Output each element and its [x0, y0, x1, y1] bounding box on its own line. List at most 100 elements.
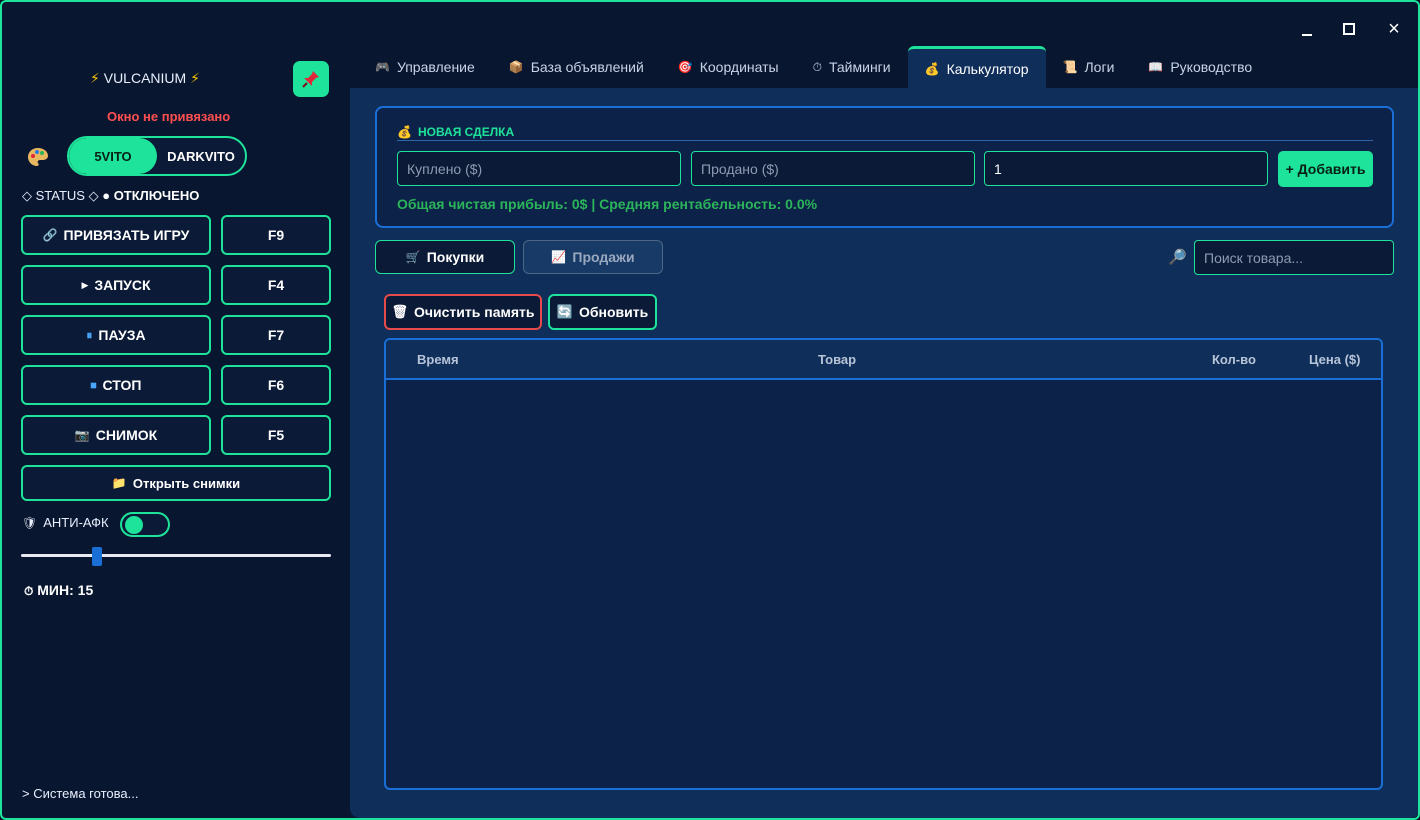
snapshot-button[interactable]: 📷 СНИМОК [21, 415, 211, 455]
tab-label: Руководство [1170, 59, 1253, 75]
hotkey-label: F4 [267, 277, 285, 293]
tab-guide[interactable]: 📖 Руководство [1131, 46, 1269, 88]
money-bag-icon: 💰 [397, 125, 412, 139]
hotkey-pause-button[interactable]: F7 [221, 315, 331, 355]
tab-ads-base[interactable]: 📦 База объявлений [492, 46, 661, 88]
timer-icon: ⏱ [24, 584, 34, 598]
hotkey-start-button[interactable]: F4 [221, 265, 331, 305]
console-status: > Система готова... [22, 786, 139, 801]
tab-timings[interactable]: ⏱ Тайминги [796, 46, 908, 88]
tab-control[interactable]: 🎮 Управление [358, 46, 492, 88]
shield-icon: 🛡 [22, 515, 38, 530]
hotkey-bind-button[interactable]: F9 [221, 215, 331, 255]
close-icon: × [1388, 17, 1400, 40]
sold-input[interactable] [691, 151, 975, 186]
tab-coordinates[interactable]: 🎯 Координаты [661, 46, 796, 88]
maximize-button[interactable] [1332, 16, 1366, 42]
scroll-icon: 📜 [1062, 60, 1078, 74]
hotkey-snapshot-button[interactable]: F5 [221, 415, 331, 455]
mode-option-5vito[interactable]: 5VITO [69, 138, 157, 174]
column-header-time[interactable]: Время [417, 352, 459, 367]
profit-summary: Общая чистая прибыль: 0$ | Средняя рента… [397, 196, 818, 212]
cart-icon: 🛒 [405, 250, 421, 264]
pause-icon: ⏸ [86, 327, 93, 342]
tab-label: Тайминги [828, 59, 891, 75]
status-dot-icon: ● [102, 188, 111, 203]
brand-name: VULCANIUM [103, 70, 187, 86]
pin-icon [302, 71, 319, 88]
hotkey-label: F6 [267, 377, 285, 393]
column-header-price[interactable]: Цена ($) [1309, 352, 1360, 367]
sidebar: ⚡ VULCANIUM ⚡ Окно не привязано 5VITO DA… [2, 2, 348, 818]
tab-calculator[interactable]: 💰 Калькулятор [907, 46, 1046, 88]
add-deal-button[interactable]: + Добавить [1278, 151, 1373, 187]
pin-button[interactable] [293, 61, 329, 97]
unbound-warning: Окно не привязано [107, 109, 231, 124]
close-button[interactable]: × [1377, 16, 1411, 42]
anti-afk-label-group: 🛡 АНТИ-АФК [22, 515, 109, 530]
mode-switch[interactable]: 5VITO DARKVITO [67, 136, 247, 176]
camera-icon: 📷 [74, 428, 90, 442]
clear-memory-label: Очистить память [414, 304, 535, 320]
table-header: Время Товар Кол-во Цена ($) [386, 340, 1381, 380]
app-window: × ⚡ VULCANIUM ⚡ Окно не привязано 5VITO … [0, 0, 1420, 820]
stop-button[interactable]: ⏹ СТОП [21, 365, 211, 405]
interval-slider-handle[interactable] [92, 547, 102, 566]
new-deal-card: 💰 НОВАЯ СДЕЛКА + Добавить Общая чистая п… [375, 106, 1394, 228]
maximize-icon [1343, 23, 1355, 35]
tab-label: Управление [396, 59, 475, 75]
tab-label: Координаты [699, 59, 779, 75]
mode-option-darkvito[interactable]: DARKVITO [157, 138, 245, 174]
new-deal-title: 💰 НОВАЯ СДЕЛКА [397, 125, 514, 139]
trash-icon: 🗑 [391, 304, 409, 319]
new-deal-label: НОВАЯ СДЕЛКА [417, 125, 515, 139]
minimize-button[interactable] [1290, 16, 1324, 42]
tab-logs[interactable]: 📜 Логи [1046, 46, 1132, 88]
refresh-label: Обновить [578, 304, 649, 320]
sales-tab-button[interactable]: 📈 Продажи [523, 240, 663, 274]
book-icon: 📖 [1148, 60, 1164, 74]
refresh-icon: 🔄 [556, 304, 573, 319]
calculator-panel: 💰 НОВАЯ СДЕЛКА + Добавить Общая чистая п… [350, 88, 1418, 818]
status-value: ОТКЛЮЧЕНО [113, 188, 200, 203]
sales-label: Продажи [572, 249, 635, 265]
status-label: ◇ STATUS ◇ [22, 188, 99, 203]
product-search-input[interactable] [1194, 240, 1394, 275]
box-icon: 📦 [508, 60, 524, 74]
open-snapshots-button[interactable]: 📁 Открыть снимки [21, 465, 331, 501]
target-icon: 🎯 [677, 60, 693, 74]
refresh-button[interactable]: 🔄 Обновить [548, 294, 657, 330]
status-line: ◇ STATUS ◇ ● ОТКЛЮЧЕНО [22, 188, 199, 204]
tab-bar: 🎮 Управление 📦 База объявлений 🎯 Координаты… [358, 46, 1269, 88]
purchases-tab-button[interactable]: 🛒 Покупки [375, 240, 515, 274]
clear-memory-button[interactable]: 🗑 Очистить память [384, 294, 542, 330]
hotkey-stop-button[interactable]: F6 [221, 365, 331, 405]
interval-slider-track[interactable] [21, 554, 331, 557]
brand-title: ⚡ VULCANIUM ⚡ [90, 70, 200, 87]
link-icon: 🔗 [42, 228, 58, 242]
bolt-icon: ⚡ [190, 70, 200, 86]
stop-icon: ⏹ [90, 377, 97, 392]
search-icon: 🔎 [1168, 249, 1187, 266]
pause-label: ПАУЗА [98, 327, 146, 343]
tab-label: Логи [1084, 59, 1115, 75]
anti-afk-toggle[interactable] [120, 512, 170, 537]
palette-icon[interactable] [26, 146, 50, 170]
quantity-input[interactable] [984, 151, 1268, 186]
toggle-knob [125, 516, 143, 534]
bought-input[interactable] [397, 151, 681, 186]
start-button[interactable]: ▶ ЗАПУСК [21, 265, 211, 305]
minutes-value: МИН: 15 [37, 582, 94, 598]
chart-up-icon: 📈 [551, 250, 567, 264]
anti-afk-label: АНТИ-АФК [43, 515, 109, 530]
column-header-qty[interactable]: Кол-во [1212, 352, 1256, 367]
bind-game-button[interactable]: 🔗 ПРИВЯЗАТЬ ИГРУ [21, 215, 211, 255]
money-bag-icon: 💰 [924, 61, 940, 76]
bolt-icon: ⚡ [90, 70, 100, 86]
pause-button[interactable]: ⏸ ПАУЗА [21, 315, 211, 355]
gamepad-icon: 🎮 [375, 60, 390, 74]
column-header-product[interactable]: Товар [818, 352, 856, 367]
start-label: ЗАПУСК [94, 277, 151, 293]
hotkey-label: F7 [267, 327, 285, 343]
purchases-label: Покупки [426, 249, 485, 265]
